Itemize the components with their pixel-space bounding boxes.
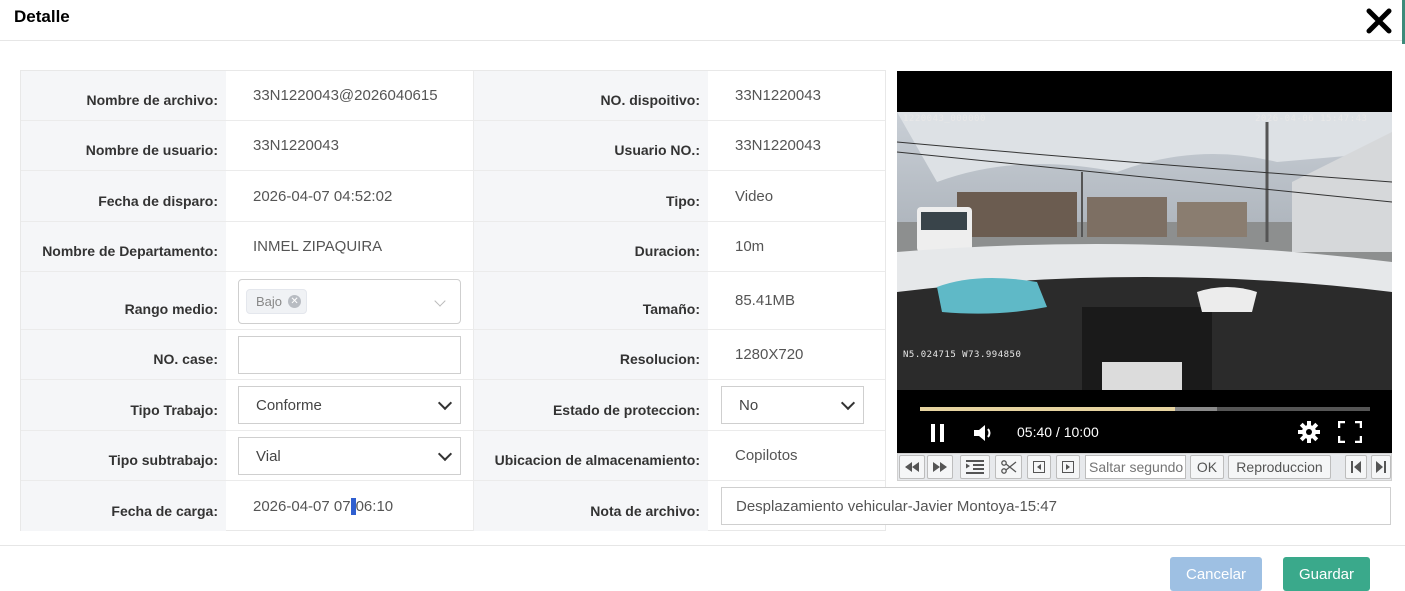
- chevron-down-icon: [437, 395, 453, 411]
- table-row: Tipo Trabajo: Conforme Estado de protecc…: [21, 380, 885, 431]
- value-tamano: 85.41MB: [735, 292, 796, 309]
- label-usuario-no: Usuario NO.:: [473, 121, 708, 170]
- label-estado-proteccion: Estado de proteccion:: [473, 380, 708, 430]
- video-frame: [897, 112, 1392, 390]
- tipo-trabajo-select[interactable]: Conforme: [238, 386, 461, 424]
- detail-table: Nombre de archivo: 33N1220043@2026040615…: [20, 70, 1391, 531]
- label-departamento: Nombre de Departamento:: [21, 222, 226, 271]
- value-fecha-carga: 2026-04-07 07 06:10: [253, 481, 473, 531]
- playback-button[interactable]: Reproduccion: [1228, 455, 1331, 479]
- value-nombre-archivo: 33N1220043@2026040615: [253, 87, 438, 104]
- time-display: 05:40 / 10:00: [1017, 424, 1099, 440]
- skip-start-icon: [1351, 461, 1361, 473]
- label-fecha-carga: Fecha de carga:: [21, 481, 226, 531]
- video-overlay-datetime: 2026-04-06 15:47:43: [1255, 114, 1368, 124]
- label-tipo: Tipo:: [473, 171, 708, 221]
- value-nombre-usuario: 33N1220043: [253, 137, 339, 154]
- label-no-dispositivo: NO. dispoitivo:: [473, 71, 708, 120]
- video-player[interactable]: 1220043_000000 2026-04-06 15:47:43 N5.02…: [897, 71, 1392, 454]
- played-bar: [920, 407, 1175, 411]
- label-nombre-archivo: Nombre de archivo:: [21, 71, 226, 120]
- rango-medio-select[interactable]: Bajo ✕: [238, 279, 461, 324]
- tipo-subtrabajo-value: Vial: [256, 447, 281, 465]
- label-ubicacion: Ubicacion de almacenamiento:: [473, 431, 708, 480]
- progress-bar[interactable]: [920, 407, 1370, 411]
- table-row: Nombre de archivo: 33N1220043@2026040615…: [21, 71, 885, 121]
- value-no-dispositivo: 33N1220043: [735, 87, 821, 104]
- seek-seconds-input[interactable]: [1085, 455, 1186, 479]
- video-overlay-gps: N5.024715 W73.994850: [903, 350, 1022, 360]
- value-usuario-no: 33N1220043: [735, 137, 821, 154]
- label-fecha-disparo: Fecha de disparo:: [21, 171, 226, 221]
- fast-forward-button[interactable]: [927, 455, 953, 479]
- label-tipo-subtrabajo: Tipo subtrabajo:: [21, 431, 226, 480]
- indent-button[interactable]: [960, 455, 990, 479]
- table-row: Fecha de carga: 2026-04-07 07 06:10 Nota …: [21, 481, 1391, 531]
- prev-frame-button[interactable]: [1027, 455, 1051, 479]
- label-tipo-trabajo: Tipo Trabajo:: [21, 380, 226, 430]
- label-nota-archivo: Nota de archivo:: [473, 481, 708, 531]
- chevron-down-icon: [840, 395, 856, 411]
- value-resolucion: 1280X720: [735, 346, 804, 363]
- fullscreen-icon[interactable]: [1337, 420, 1363, 448]
- rango-tag-label: Bajo: [256, 294, 283, 309]
- pause-icon[interactable]: [929, 423, 947, 448]
- value-fecha-disparo: 2026-04-07 04:52:02: [253, 187, 393, 205]
- video-overlay-id: 1220043_000000: [903, 114, 986, 124]
- label-no-case: NO. case:: [21, 330, 226, 379]
- value-departamento: INMEL ZIPAQUIRA: [253, 238, 383, 255]
- video-controls: 05:40 / 10:00: [897, 390, 1392, 454]
- table-row: Fecha de disparo: 2026-04-07 04:52:02 Ti…: [21, 171, 885, 222]
- label-rango-medio: Rango medio:: [21, 272, 226, 329]
- clip-button[interactable]: [995, 455, 1022, 479]
- next-frame-button[interactable]: [1056, 455, 1080, 479]
- label-nombre-usuario: Nombre de usuario:: [21, 121, 226, 170]
- skip-end-button[interactable]: [1371, 455, 1391, 479]
- nota-archivo-input[interactable]: Desplazamiento vehicular-Javier Montoya-…: [721, 487, 1391, 525]
- table-row: Rango medio: Bajo ✕ Tamaño: 85.41MB: [21, 272, 885, 330]
- gear-icon[interactable]: [1297, 420, 1321, 449]
- fecha-carga-part2: 06:10: [355, 497, 394, 515]
- list-indent-icon: [966, 460, 984, 474]
- fecha-carga-part1: 2026-04-07 07: [253, 497, 351, 515]
- value-ubicacion: Copilotos: [735, 447, 798, 464]
- tag-remove-icon[interactable]: ✕: [288, 295, 302, 308]
- label-resolucion: Resolucion:: [473, 330, 708, 379]
- estado-proteccion-select[interactable]: No: [721, 386, 864, 424]
- table-row: Nombre de usuario: 33N1220043 Usuario NO…: [21, 121, 885, 171]
- chevron-down-icon: [434, 295, 446, 307]
- tipo-trabajo-value: Conforme: [256, 396, 322, 414]
- fast-forward-icon: [933, 462, 947, 472]
- no-case-input[interactable]: [238, 336, 461, 374]
- value-tipo: Video: [735, 187, 774, 205]
- dialog-header: Detalle: [0, 0, 1405, 41]
- table-row: Nombre de Departamento: INMEL ZIPAQUIRA …: [21, 222, 885, 272]
- scissors-icon: [1000, 460, 1016, 474]
- table-row: NO. case: Resolucion: 1280X720: [21, 330, 885, 380]
- close-icon[interactable]: [1364, 6, 1394, 36]
- volume-icon[interactable]: [972, 422, 994, 449]
- skip-end-icon: [1376, 461, 1386, 473]
- skip-start-button[interactable]: [1345, 455, 1367, 479]
- cancel-button[interactable]: Cancelar: [1170, 557, 1262, 591]
- chevron-down-icon: [437, 446, 453, 462]
- next-frame-icon: [1062, 461, 1074, 473]
- footer-divider: [0, 545, 1405, 546]
- tipo-subtrabajo-select[interactable]: Vial: [238, 437, 461, 475]
- ok-button[interactable]: OK: [1190, 455, 1224, 479]
- save-button[interactable]: Guardar: [1283, 557, 1370, 591]
- dialog-title: Detalle: [14, 7, 70, 26]
- rewind-icon: [905, 462, 919, 472]
- value-duracion: 10m: [735, 238, 765, 255]
- label-tamano: Tamaño:: [473, 272, 708, 329]
- rewind-button[interactable]: [899, 455, 925, 479]
- rango-tag: Bajo ✕: [246, 289, 308, 314]
- label-duracion: Duracion:: [473, 222, 708, 271]
- estado-proteccion-value: No: [739, 396, 759, 414]
- player-toolbar: OK Reproduccion: [897, 453, 1392, 481]
- prev-frame-icon: [1033, 461, 1045, 473]
- table-row: Tipo subtrabajo: Vial Ubicacion de almac…: [21, 431, 885, 481]
